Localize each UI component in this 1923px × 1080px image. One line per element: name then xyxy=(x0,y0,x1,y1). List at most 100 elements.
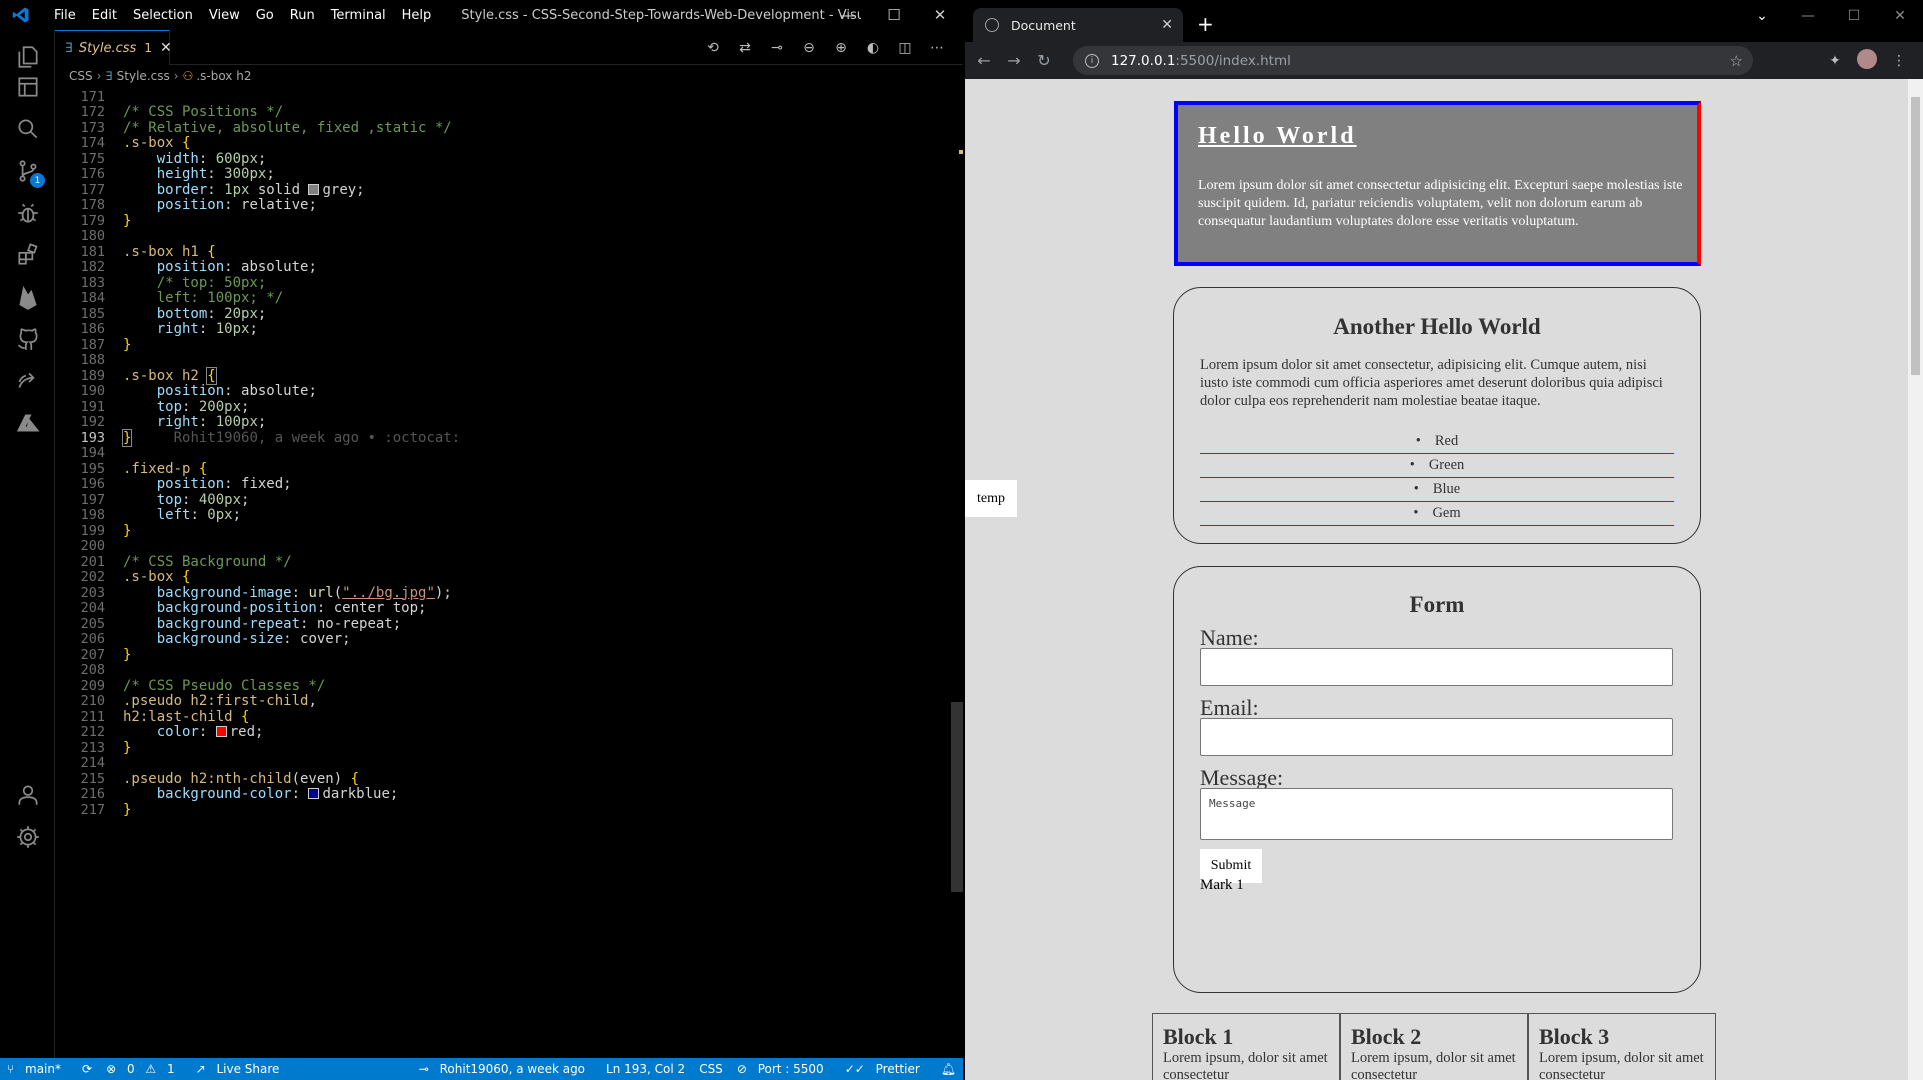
line-number: 198 xyxy=(80,507,105,523)
branch-status[interactable]: ⑂ main* xyxy=(0,1062,75,1076)
name-field[interactable] xyxy=(1200,648,1673,686)
code-line: /* Relative, absolute, fixed ,static */ xyxy=(123,119,452,136)
close-button[interactable]: ✕ xyxy=(1877,8,1923,24)
git-commit-icon[interactable]: ⊸ xyxy=(761,40,793,56)
cursor-position[interactable]: Ln 193, Col 2 xyxy=(599,1062,692,1076)
color-swatch-icon[interactable] xyxy=(308,788,320,799)
compare-changes-icon[interactable]: ⇄ xyxy=(729,40,761,56)
profile-avatar[interactable] xyxy=(1851,48,1883,73)
more-actions-icon[interactable]: ⋯ xyxy=(921,40,953,56)
scrollbar-thumb[interactable] xyxy=(951,702,963,892)
tab-close-icon[interactable]: ✕ xyxy=(160,40,172,56)
page-scrollbar-thumb[interactable] xyxy=(1911,97,1920,375)
menu-file[interactable]: File xyxy=(46,8,84,23)
menu-selection[interactable]: Selection xyxy=(125,8,201,23)
blame-status[interactable]: ⊸ Rohit19060, a week ago xyxy=(412,1062,599,1076)
color-swatch-icon[interactable] xyxy=(215,726,227,737)
extensions-icon[interactable] xyxy=(13,240,43,270)
message-textarea[interactable]: Message xyxy=(1200,788,1673,840)
next-change-icon[interactable]: ⊕ xyxy=(825,40,857,56)
code-line: width: 600px; xyxy=(156,150,267,167)
account-icon[interactable] xyxy=(13,780,43,810)
vscode-titlebar: File Edit Selection View Go Run Terminal… xyxy=(0,0,963,30)
previous-change-icon[interactable]: ⊖ xyxy=(793,40,825,56)
code-line: } xyxy=(123,739,132,756)
search-icon[interactable] xyxy=(13,114,43,144)
line-number: 211 xyxy=(80,708,105,725)
another-hello-text: Lorem ipsum dolor sit amet consectetur, … xyxy=(1200,357,1663,409)
reload-icon[interactable]: ↻ xyxy=(1029,51,1059,70)
timeline-icon[interactable]: ⟲ xyxy=(697,40,729,56)
explorer-icon[interactable] xyxy=(13,42,43,72)
breadcrumb-folder[interactable]: CSS xyxy=(69,69,93,83)
live-share-status[interactable]: ↗ Live Share xyxy=(189,1062,294,1076)
firebase-icon[interactable] xyxy=(13,282,43,312)
menu-edit[interactable]: Edit xyxy=(84,8,125,23)
code-editor[interactable]: 170 171 172 173 174 175 176 177 178 179 … xyxy=(55,87,963,1057)
color-swatch-icon[interactable] xyxy=(308,183,320,195)
tab-close-icon[interactable]: ✕ xyxy=(1161,17,1173,33)
email-field[interactable] xyxy=(1200,718,1673,756)
minimize-button[interactable]: — xyxy=(825,0,871,30)
line-number: 172 xyxy=(80,104,105,120)
page-scrollbar[interactable] xyxy=(1908,79,1923,1080)
page-viewport: Hello World Lorem ipsum dolor sit amet c… xyxy=(965,79,1908,1080)
line-number: 188 xyxy=(80,352,105,368)
problems-status[interactable]: ⊗ 0 ⚠ 1 xyxy=(99,1062,189,1076)
breadcrumb-file[interactable]: Style.css xyxy=(117,69,170,83)
debug-icon[interactable] xyxy=(13,198,43,228)
block-card: Block 1 Lorem ipsum, dolor sit amet cons… xyxy=(1152,1013,1340,1080)
line-number: 181 xyxy=(80,243,105,260)
close-button[interactable]: ✕ xyxy=(917,0,963,30)
notebook-icon[interactable] xyxy=(13,72,43,102)
menu-go[interactable]: Go xyxy=(248,8,282,23)
back-icon[interactable]: ← xyxy=(969,51,999,70)
code-line: } xyxy=(123,87,131,89)
browser-tab[interactable]: Document ✕ xyxy=(973,8,1183,42)
menu-view[interactable]: View xyxy=(201,8,248,23)
github-icon[interactable] xyxy=(13,324,43,354)
extensions-puzzle-icon[interactable]: ✦ xyxy=(1819,53,1851,69)
menu-run[interactable]: Run xyxy=(282,8,323,23)
bookmark-star-icon[interactable]: ☆ xyxy=(1730,52,1743,70)
language-mode[interactable]: CSS xyxy=(692,1062,730,1076)
code-line: background-repeat: no-repeat; xyxy=(156,615,402,632)
globe-icon xyxy=(985,18,999,32)
code-line: position: absolute; xyxy=(156,383,317,399)
browser-menu-icon[interactable]: ⋮ xyxy=(1883,53,1915,69)
split-editor-icon[interactable]: ◫ xyxy=(889,40,921,56)
blame-label: Rohit19060, a week ago xyxy=(439,1062,586,1076)
maximize-button[interactable]: ☐ xyxy=(1831,8,1877,24)
settings-icon[interactable] xyxy=(13,822,43,852)
breadcrumb-symbol[interactable]: .s-box h2 xyxy=(196,69,251,83)
live-share-icon[interactable] xyxy=(13,366,43,396)
maximize-button[interactable]: ☐ xyxy=(871,0,917,30)
code-line: .s-box { xyxy=(123,135,191,151)
line-number: 199 xyxy=(80,522,105,539)
live-server-status[interactable]: ⊘ Port : 5500 xyxy=(730,1062,838,1076)
editor-scrollbar[interactable] xyxy=(951,87,963,1057)
tab-style-css[interactable]: ∃ Style.css 1 ✕ xyxy=(55,30,172,65)
menu-terminal[interactable]: Terminal xyxy=(323,8,394,23)
address-bar[interactable]: i 127.0.0.1:5500/index.html ☆ xyxy=(1073,46,1753,75)
tab-search-icon[interactable]: ⌄ xyxy=(1739,8,1785,24)
code-line: } xyxy=(123,336,132,353)
prettier-status[interactable]: ✓✓ Prettier xyxy=(838,1062,934,1076)
code-line: top: 400px; xyxy=(156,491,250,508)
site-info-icon[interactable]: i xyxy=(1085,53,1099,68)
menu-help[interactable]: Help xyxy=(394,8,440,23)
forward-icon[interactable]: → xyxy=(999,51,1029,70)
notifications-icon[interactable]: 🔔︎ xyxy=(934,1062,963,1076)
source-control-icon[interactable]: 1 xyxy=(13,156,45,188)
form-heading: Form xyxy=(1409,592,1465,617)
list-item: Gem xyxy=(1200,502,1674,526)
azure-icon[interactable] xyxy=(13,408,43,438)
tab-filename: Style.css xyxy=(78,40,137,56)
sync-icon[interactable]: ⟳ xyxy=(75,1062,99,1076)
minimize-button[interactable]: — xyxy=(1785,8,1831,24)
new-tab-button[interactable]: + xyxy=(1197,12,1214,36)
blame-toggle-icon[interactable]: ◐ xyxy=(857,40,889,56)
window-title: Style.css - CSS-Second-Step-Towards-Web-… xyxy=(461,7,862,23)
line-number: 196 xyxy=(80,476,105,492)
line-number: 202 xyxy=(80,569,105,585)
